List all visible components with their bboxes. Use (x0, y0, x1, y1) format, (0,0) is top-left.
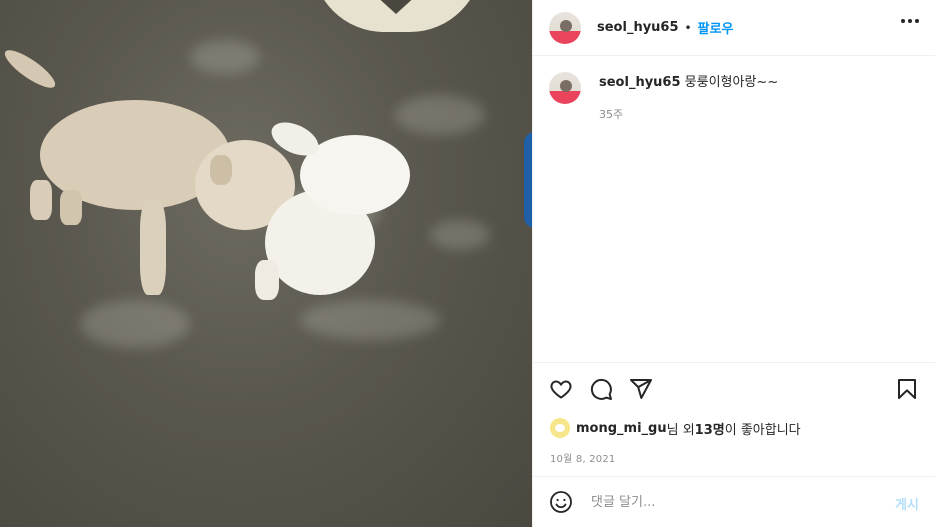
post-photo[interactable] (0, 0, 532, 527)
author-username[interactable]: seol_hyu65 (597, 20, 679, 35)
header-separator: • (684, 20, 692, 35)
post-header: seol_hyu65 • 팔로우 (533, 0, 935, 56)
likes-suffix: 이 좋아합니다 (724, 422, 801, 438)
liker-avatar[interactable] (550, 418, 570, 438)
likes-summary: mong_mi_gu 님 외 13명 이 좋아합니다 (550, 418, 801, 438)
post-date[interactable]: 10월 8, 2021 (550, 450, 615, 465)
emoji-icon[interactable] (549, 490, 573, 514)
paper-plane-icon[interactable] (629, 377, 653, 401)
post-comment-button[interactable]: 게시 (895, 494, 919, 513)
liker-username[interactable]: mong_mi_gu (576, 421, 667, 436)
post-side-panel: seol_hyu65 • 팔로우 seol_hyu65 뭉룽이형아랑~~ 35주 (532, 0, 935, 527)
action-bar (549, 377, 653, 401)
likes-connector: 님 외 (666, 422, 695, 438)
blue-object (524, 132, 532, 228)
comment-icon[interactable] (589, 377, 613, 401)
follow-button[interactable]: 팔로우 (698, 18, 734, 37)
post-actions-section: mong_mi_gu 님 외 13명 이 좋아합니다 10월 8, 2021 (533, 362, 935, 477)
comment-bar: 게시 (533, 476, 935, 527)
likes-count[interactable]: 13명 (695, 419, 725, 438)
author-avatar[interactable] (549, 11, 581, 44)
caption-avatar[interactable] (549, 72, 581, 104)
post-modal: seol_hyu65 • 팔로우 seol_hyu65 뭉룽이형아랑~~ 35주 (0, 0, 935, 527)
post-caption: seol_hyu65 뭉룽이형아랑~~ 35주 (549, 72, 919, 124)
caption-text: 뭉룽이형아랑~~ (684, 75, 779, 90)
heart-icon[interactable] (549, 377, 573, 401)
floor-logo-mark (312, 0, 482, 32)
caption-username[interactable]: seol_hyu65 (599, 75, 681, 90)
caption-time[interactable]: 35주 (599, 106, 778, 124)
comment-input[interactable] (589, 493, 873, 511)
more-options-icon[interactable] (901, 19, 919, 23)
bookmark-icon[interactable] (895, 377, 919, 401)
